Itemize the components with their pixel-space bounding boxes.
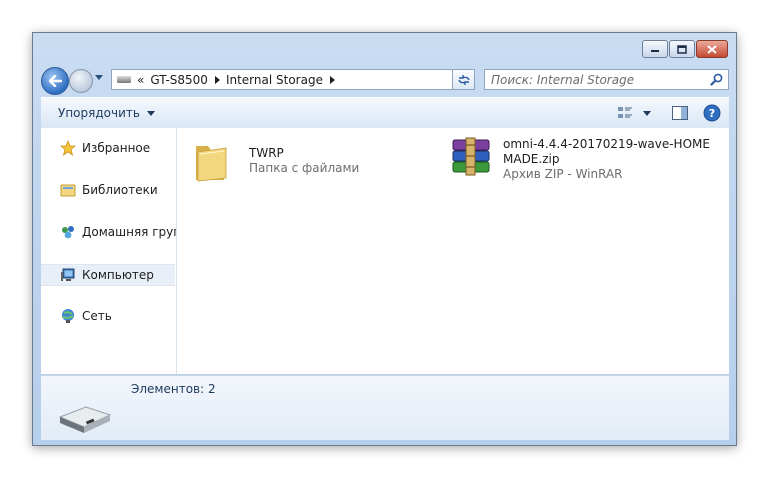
sidebar-item-libraries[interactable]: Библиотеки — [41, 180, 175, 200]
sidebar-item-network[interactable]: Сеть — [41, 306, 175, 326]
explorer-window: « GT-S8500 Internal Storage Упорядочить … — [32, 32, 737, 446]
back-button[interactable] — [41, 67, 69, 95]
address-overflow[interactable]: « — [137, 73, 144, 87]
maximize-button[interactable] — [669, 40, 695, 58]
file-text: TWRP Папка с файлами — [249, 140, 359, 182]
arrow-left-icon — [48, 75, 62, 87]
star-icon — [60, 140, 76, 156]
navigation-pane: Избранное Библиотеки Домашняя группа Ком… — [41, 128, 177, 374]
chevron-right-icon[interactable] — [214, 75, 220, 84]
details-pane: Элементов: 2 — [41, 375, 729, 440]
minimize-button[interactable] — [642, 40, 668, 58]
organize-label: Упорядочить — [58, 106, 140, 120]
drive-icon — [117, 76, 131, 83]
minimize-icon — [651, 50, 659, 52]
content-area: Избранное Библиотеки Домашняя группа Ком… — [41, 128, 729, 374]
refresh-button[interactable] — [452, 69, 475, 90]
file-text: omni-4.4.4-20170219-wave-HOME MADE.zip А… — [503, 137, 710, 182]
search-input[interactable] — [491, 72, 706, 87]
file-type: Папка с файлами — [249, 161, 360, 175]
file-list: TWRP Папка с файлами omni-4.4.4-20170219… — [177, 128, 729, 374]
chevron-down-icon — [146, 110, 155, 116]
file-type: Архив ZIP - WinRAR — [503, 167, 623, 181]
address-bar[interactable]: « GT-S8500 Internal Storage — [111, 69, 475, 90]
computer-icon — [60, 267, 76, 283]
view-controls: ? — [617, 104, 721, 122]
winrar-archive-icon — [452, 137, 490, 176]
preview-pane-icon[interactable] — [671, 105, 689, 121]
sidebar-item-label: Домашняя группа — [82, 225, 176, 239]
refresh-icon — [457, 74, 470, 85]
sidebar-item-computer[interactable]: Компьютер — [41, 264, 175, 286]
file-name-line2: MADE.zip — [503, 152, 560, 166]
close-icon — [707, 44, 717, 54]
close-button[interactable] — [696, 40, 728, 58]
forward-button[interactable] — [69, 69, 93, 93]
file-item-folder[interactable]: TWRP Папка с файлами — [194, 140, 359, 182]
breadcrumb-folder[interactable]: Internal Storage — [226, 73, 335, 87]
sidebar-item-label: Компьютер — [82, 268, 154, 282]
recent-pages-dropdown[interactable] — [95, 75, 103, 80]
maximize-icon — [677, 44, 687, 54]
svg-text:?: ? — [709, 107, 715, 120]
chevron-right-icon[interactable] — [329, 75, 335, 84]
breadcrumb-device[interactable]: GT-S8500 — [150, 73, 220, 87]
breadcrumb-device-label: GT-S8500 — [150, 72, 208, 87]
breadcrumb-folder-label: Internal Storage — [225, 72, 323, 87]
network-icon — [60, 308, 76, 324]
sidebar-item-label: Библиотеки — [82, 183, 158, 197]
sidebar-item-label: Сеть — [82, 309, 112, 323]
search-icon[interactable] — [710, 73, 723, 86]
view-dropdown-icon[interactable] — [643, 110, 651, 116]
sidebar-item-favorites[interactable]: Избранное — [41, 138, 175, 158]
folder-icon — [196, 146, 227, 182]
view-options-icon[interactable] — [617, 106, 633, 120]
sidebar-item-homegroup[interactable]: Домашняя группа — [41, 222, 176, 242]
help-icon[interactable]: ? — [703, 104, 721, 122]
item-count: Элементов: 2 — [131, 382, 216, 396]
sidebar-item-label: Избранное — [82, 141, 151, 155]
command-bar: Упорядочить ? — [41, 97, 729, 129]
window-controls — [642, 40, 728, 58]
libraries-icon — [60, 182, 76, 198]
file-name: TWRP — [249, 146, 284, 160]
search-box[interactable] — [484, 69, 729, 90]
organize-button[interactable]: Упорядочить — [58, 106, 155, 120]
device-icon — [58, 406, 112, 433]
homegroup-icon — [60, 224, 76, 240]
file-name-line1: omni-4.4.4-20170219-wave-HOME — [503, 137, 710, 151]
file-item-archive[interactable]: omni-4.4.4-20170219-wave-HOME MADE.zip А… — [449, 137, 710, 182]
